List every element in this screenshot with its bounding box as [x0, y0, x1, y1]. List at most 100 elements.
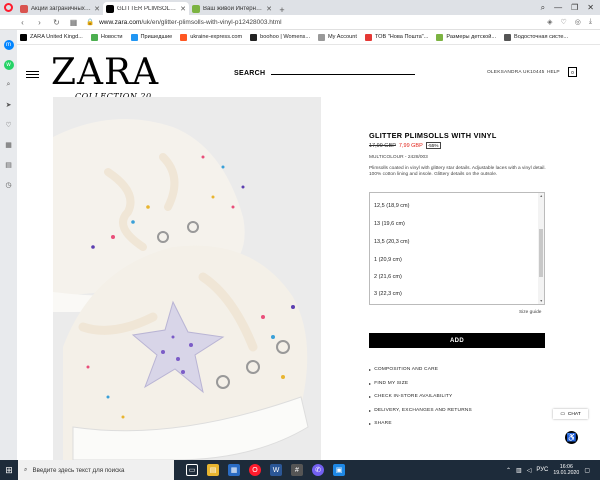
close-window-icon[interactable]: ✕: [587, 3, 594, 12]
bookmark-item[interactable]: ZARA United Kingd...: [20, 33, 83, 41]
new-tab-button[interactable]: +: [275, 5, 289, 15]
notifications-icon[interactable]: ▢: [584, 467, 590, 474]
scroll-up-icon[interactable]: ▲: [540, 194, 543, 198]
search-underline[interactable]: [271, 74, 415, 75]
size-option[interactable]: 13,5 (20,3 cm): [374, 239, 409, 245]
bookmark-item[interactable]: My Account: [318, 33, 357, 41]
size-option[interactable]: 12,5 (18,9 cm): [374, 203, 409, 209]
size-option[interactable]: 3 (22,3 cm): [374, 291, 402, 297]
bookmark-item[interactable]: Водосточная систе...: [504, 33, 568, 41]
language-indicator[interactable]: РУС: [536, 467, 548, 473]
url-field[interactable]: 🔒 www.zara.com/uk/en/glitter-plimsolls-w…: [86, 18, 539, 27]
tab-favicon: [20, 4, 28, 13]
word-icon[interactable]: W: [270, 464, 282, 476]
volume-icon[interactable]: ◁: [527, 467, 532, 474]
store-availability-link[interactable]: ▸ CHECK IN-STORE AVAILABILITY: [369, 390, 472, 404]
share-link[interactable]: ▸ SHARE: [369, 417, 472, 431]
apps-icon[interactable]: ▦: [4, 140, 14, 150]
sale-price: 7,99 GBP: [398, 142, 423, 149]
messenger-icon[interactable]: m: [3, 40, 14, 50]
bookmark-label: ukraine-express.com: [190, 34, 243, 40]
bookmark-item[interactable]: ТОВ "Нова Пошта"...: [364, 33, 428, 41]
bookmark-item[interactable]: ukraine-express.com: [180, 33, 243, 41]
tab-close-icon[interactable]: ✕: [266, 5, 272, 13]
url-host: www.zara.com: [99, 18, 142, 26]
find-my-size-link[interactable]: ▸ FIND MY SIZE: [369, 377, 472, 391]
whatsapp-icon[interactable]: w: [3, 60, 14, 70]
download-icon[interactable]: ⤓: [589, 18, 592, 26]
size-option[interactable]: 2 (21,6 cm): [374, 274, 402, 280]
size-option[interactable]: 1 (20,9 cm): [374, 257, 402, 263]
app-icon[interactable]: ▣: [333, 464, 345, 476]
account-link[interactable]: OLEKSANDRA UK10445: [487, 70, 544, 75]
size-scrollbar-thumb[interactable]: [539, 229, 543, 277]
send-icon[interactable]: ➤: [4, 100, 14, 110]
bookmark-label: ZARA United Kingd...: [30, 34, 83, 40]
bookmarks-bar: ZARA United Kingd... Новости Пришедшие u…: [17, 30, 600, 45]
link-label: SHARE: [374, 421, 392, 427]
history-icon[interactable]: ◷: [4, 180, 14, 190]
accessibility-icon[interactable]: ♿: [565, 431, 578, 444]
tab-3[interactable]: Ваш живой Интернет-Банк ✕: [189, 2, 275, 15]
maximize-icon[interactable]: ❐: [571, 3, 578, 12]
add-to-bag-button[interactable]: ADD: [369, 333, 545, 348]
size-guide-link[interactable]: Size guide: [519, 310, 541, 315]
opera-menu-button[interactable]: [0, 0, 17, 15]
bookmark-item[interactable]: Размеры детской...: [436, 33, 497, 41]
network-icon[interactable]: ▥: [516, 467, 522, 474]
size-option[interactable]: 13 (19,6 cm): [374, 221, 405, 227]
help-link[interactable]: HELP: [547, 70, 560, 75]
search-icon[interactable]: ⌕: [4, 80, 14, 90]
bookmark-favicon: [90, 33, 98, 41]
tab-bar: Акции заграничных магаз ✕ GLITTER PLIMSO…: [0, 0, 600, 15]
tab-favicon: [106, 4, 114, 13]
shield-icon[interactable]: ◈: [547, 18, 552, 26]
bookmark-label: boohoo | Womens...: [260, 34, 311, 40]
windows-start-icon[interactable]: ⊞: [0, 460, 18, 480]
chat-button[interactable]: ▭ CHAT: [553, 409, 588, 419]
tab-2[interactable]: GLITTER PLIMSOLLS WITH ✕: [103, 2, 189, 15]
bookmark-label: Размеры детской...: [446, 34, 497, 40]
tab-close-icon[interactable]: ✕: [94, 5, 100, 13]
product-image[interactable]: [53, 97, 321, 460]
bookmark-favicon: [250, 33, 258, 41]
back-icon[interactable]: ‹: [18, 18, 27, 27]
heart-icon[interactable]: ♡: [561, 18, 567, 26]
search-button[interactable]: SEARCH: [234, 70, 265, 77]
viber-icon[interactable]: ✆: [312, 464, 324, 476]
bookmark-favicon: [130, 33, 138, 41]
calculator-icon[interactable]: #: [291, 464, 303, 476]
store-icon[interactable]: ▦: [228, 464, 240, 476]
zara-logo[interactable]: ZARA: [51, 53, 159, 93]
delivery-link[interactable]: ▸ DELIVERY, EXCHANGES AND RETURNS: [369, 404, 472, 418]
menu-icon[interactable]: [26, 71, 39, 78]
search-tabs-icon[interactable]: ⌕: [541, 3, 545, 13]
minimize-icon[interactable]: —: [554, 3, 562, 12]
bookmark-item[interactable]: Новости: [90, 33, 123, 41]
bookmark-item[interactable]: Пришедшие: [130, 33, 172, 41]
size-selector[interactable]: 12,5 (18,9 cm) 13 (19,6 cm) 13,5 (20,3 c…: [369, 192, 545, 305]
forward-icon[interactable]: ›: [35, 18, 44, 27]
address-bar: ‹ › ↻ ▦ 🔒 www.zara.com/uk/en/glitter-pli…: [0, 15, 600, 30]
bookmark-item[interactable]: boohoo | Womens...: [250, 33, 311, 41]
composition-link[interactable]: ▸ COMPOSITION AND CARE: [369, 363, 472, 377]
task-view-icon[interactable]: ▭: [186, 464, 198, 476]
heart-icon[interactable]: ♡: [4, 120, 14, 130]
bag-icon[interactable]: 0: [568, 67, 577, 77]
speed-dial-icon[interactable]: ▦: [69, 18, 78, 27]
snapshot-icon[interactable]: ◎: [575, 18, 581, 26]
taskbar-search-input[interactable]: ⌕ Введите здесь текст для поиска: [18, 460, 174, 480]
discount-badge: -55%: [425, 142, 441, 149]
explorer-icon[interactable]: ▤: [207, 464, 219, 476]
link-label: COMPOSITION AND CARE: [374, 367, 439, 373]
news-icon[interactable]: ▤: [4, 160, 14, 170]
opera-taskbar-icon[interactable]: O: [249, 464, 261, 476]
reload-icon[interactable]: ↻: [52, 18, 61, 27]
system-tray: ⌃ ▥ ◁ РУС 16:06 19.01.2020 ▢: [506, 464, 600, 476]
scroll-down-icon[interactable]: ▼: [540, 299, 543, 303]
opera-sidebar: m w ⌕ ➤ ♡ ▦ ▤ ◷: [0, 30, 17, 460]
clock[interactable]: 16:06 19.01.2020: [553, 464, 579, 476]
tray-chevron-icon[interactable]: ⌃: [506, 467, 511, 474]
tab-1[interactable]: Акции заграничных магаз ✕: [17, 2, 103, 15]
tab-close-icon[interactable]: ✕: [180, 5, 186, 13]
